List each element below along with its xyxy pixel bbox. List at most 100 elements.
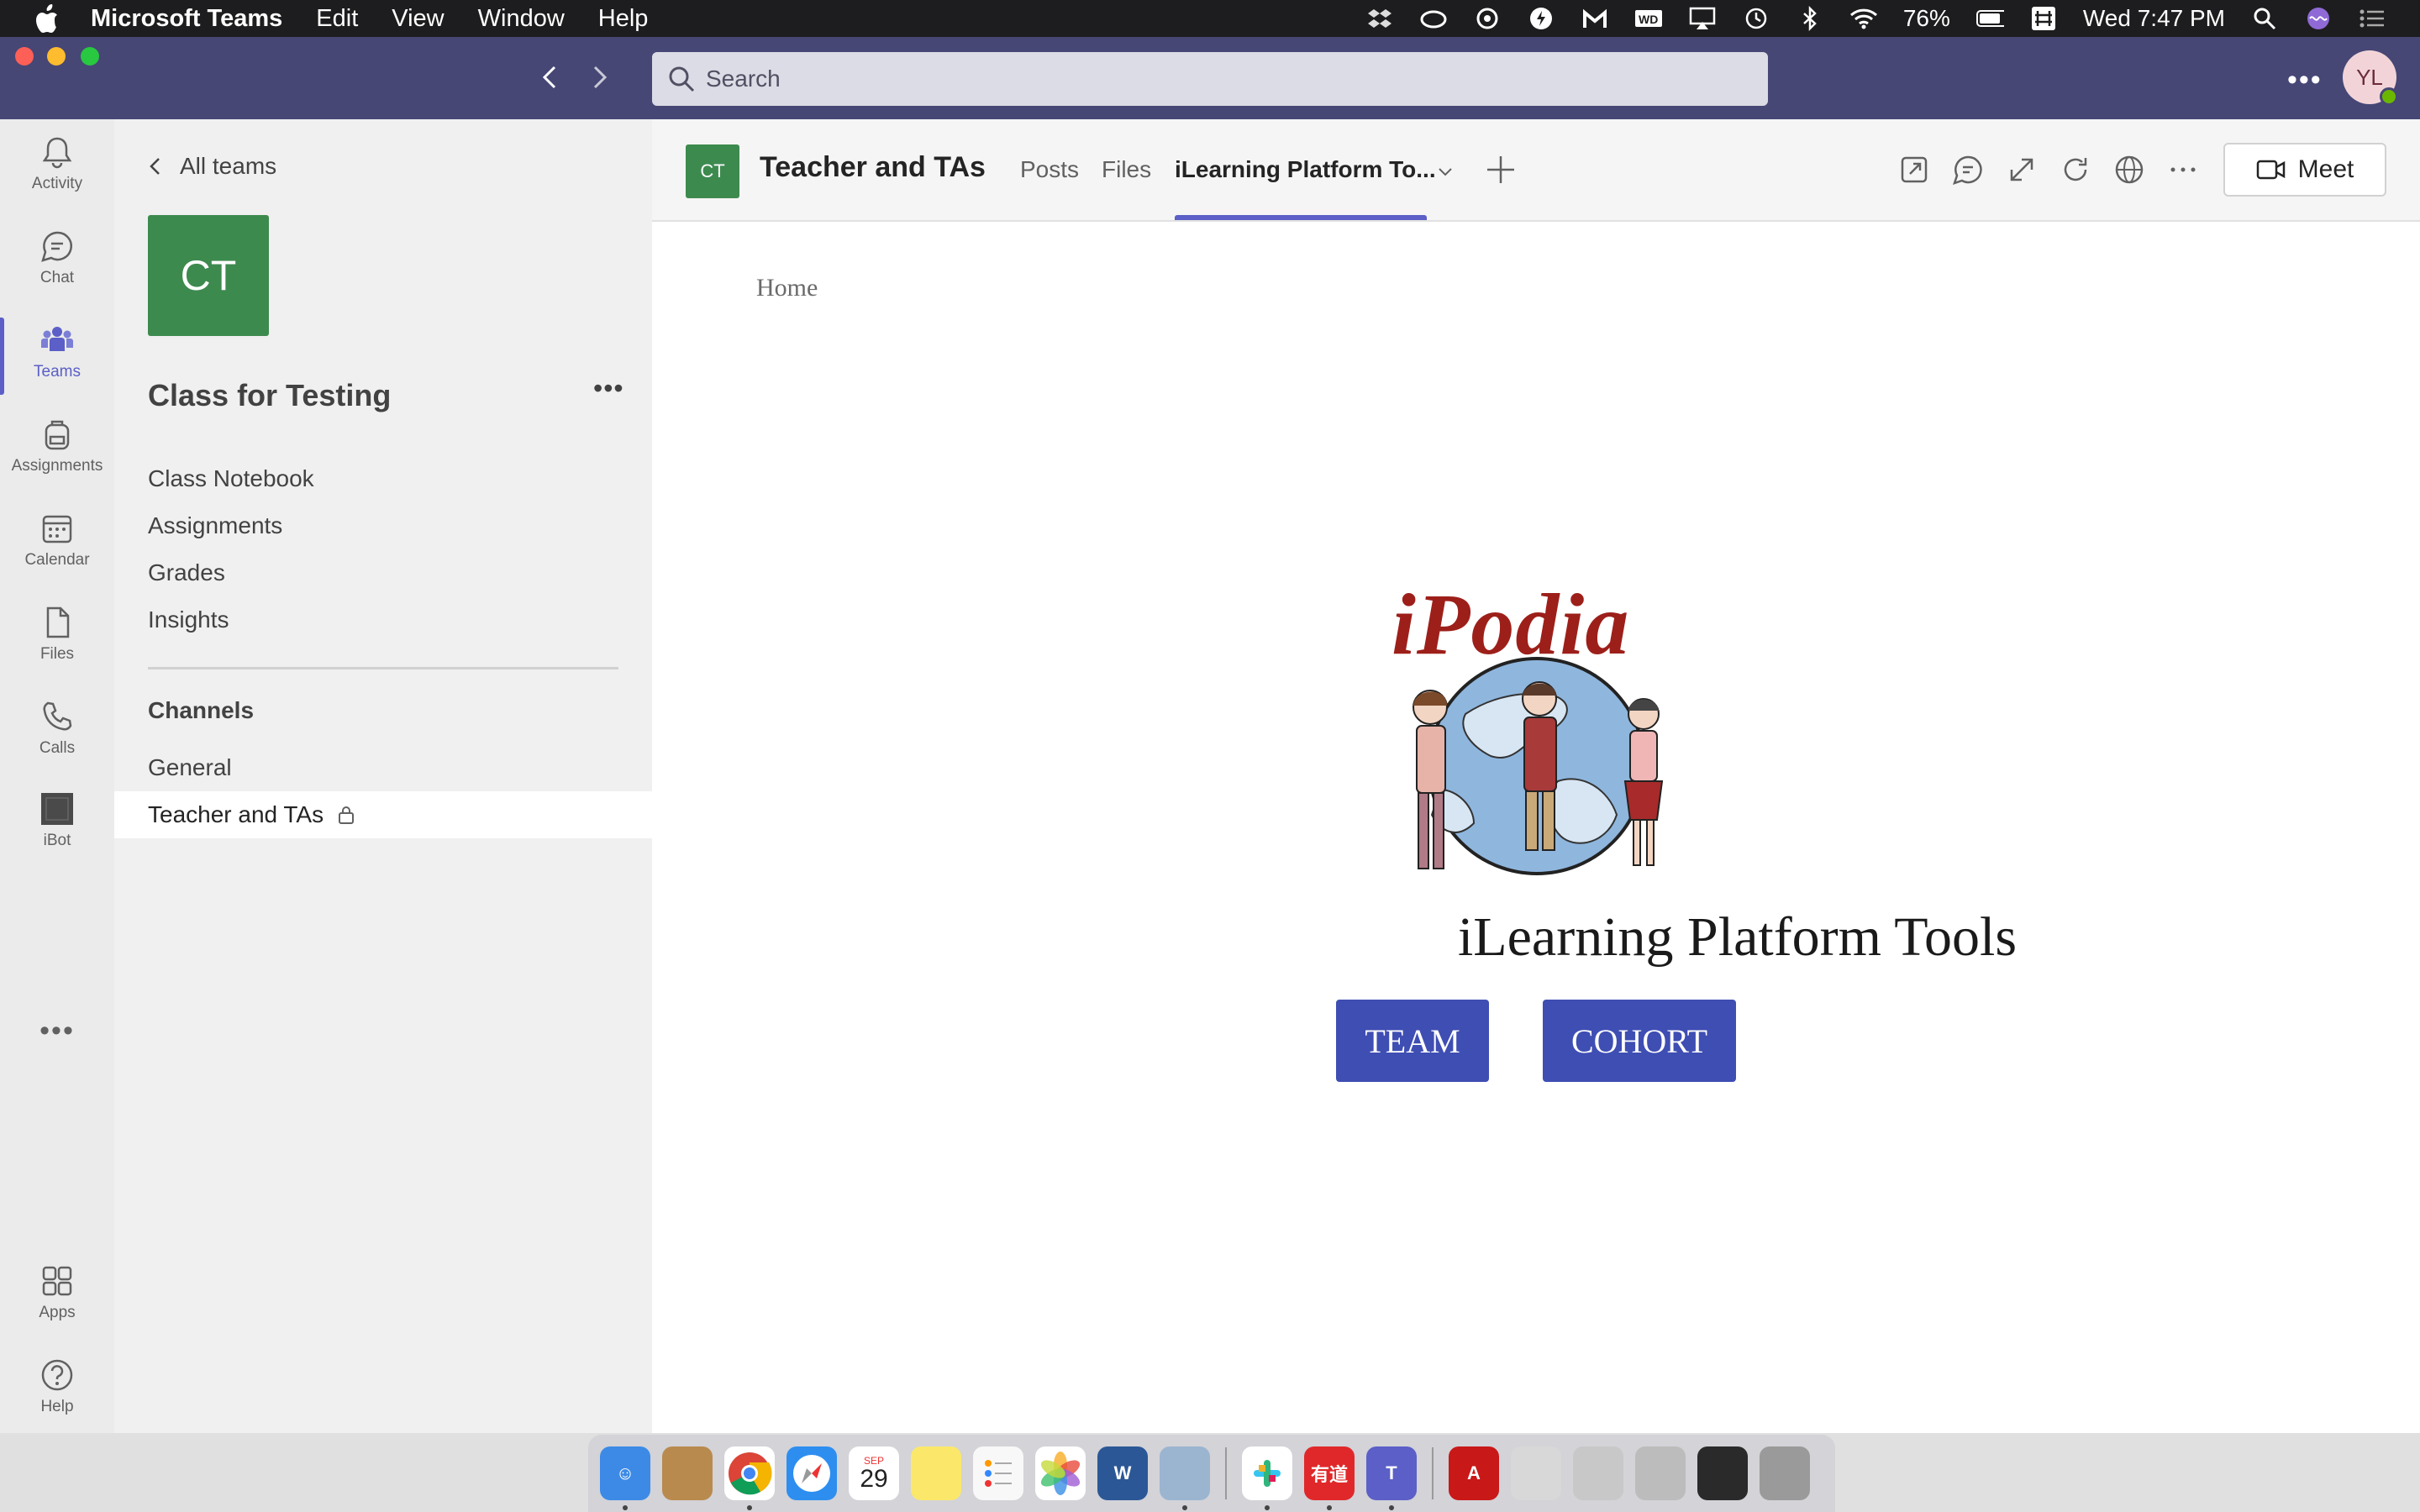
battery-icon[interactable] [1975, 7, 2004, 30]
more-options-icon[interactable] [2166, 153, 2200, 186]
apple-icon[interactable] [30, 0, 64, 37]
rail-teams[interactable]: Teams [0, 318, 114, 407]
spotlight-icon[interactable] [2250, 7, 2279, 30]
tab-ilearning-platform[interactable]: iLearning Platform To... [1175, 156, 1436, 183]
calendar-date: 29 [860, 1465, 888, 1493]
rail-apps[interactable]: Apps [0, 1263, 114, 1347]
airplay-icon[interactable] [1688, 7, 1717, 30]
wifi-icon[interactable] [1849, 7, 1878, 30]
menu-window[interactable]: Window [478, 5, 565, 33]
team-button[interactable]: TEAM [1336, 1000, 1489, 1082]
zoom-window-button[interactable] [81, 47, 99, 66]
rail-calendar[interactable]: Calendar [0, 511, 114, 595]
creative-cloud-icon[interactable] [1419, 7, 1448, 30]
calendar-app-icon[interactable]: SEP 29 [849, 1446, 899, 1500]
bolt-icon[interactable] [1527, 7, 1555, 30]
user-avatar[interactable]: YL [2343, 50, 2398, 106]
team-tab-insights[interactable]: Insights [148, 606, 229, 633]
siri-icon[interactable] [2304, 7, 2333, 30]
rail-activity[interactable]: Activity [0, 134, 114, 218]
app-name-menu[interactable]: Microsoft Teams [91, 5, 282, 33]
trash-icon[interactable] [1760, 1446, 1810, 1500]
finder-icon[interactable]: ☺ [600, 1446, 650, 1510]
chevron-left-icon [150, 158, 160, 175]
wd-icon[interactable]: WD [1634, 7, 1663, 30]
minimized-window-1[interactable] [1511, 1446, 1561, 1500]
presence-available-badge [2380, 87, 2398, 106]
channel-label: Teacher and TAs [148, 801, 324, 827]
rail-label: Files [39, 645, 75, 663]
team-tab-class-notebook[interactable]: Class Notebook [148, 465, 314, 492]
close-window-button[interactable] [15, 47, 34, 66]
channel-header: CT Teacher and TAs Posts Files iLearning… [652, 119, 2420, 222]
safari-icon[interactable] [786, 1446, 837, 1500]
reminders-icon[interactable] [973, 1446, 1023, 1500]
bluetooth-icon[interactable] [1796, 6, 1824, 31]
notification-center-icon[interactable] [2358, 7, 2386, 30]
minimize-window-button[interactable] [47, 47, 66, 66]
rail-chat[interactable]: Chat [0, 228, 114, 312]
more-apps-icon[interactable]: ••• [0, 1015, 114, 1047]
globe-icon[interactable] [2112, 153, 2146, 186]
acrobat-icon[interactable]: A [1449, 1446, 1499, 1500]
breadcrumb-home[interactable]: Home [756, 274, 818, 302]
photos-icon[interactable] [1035, 1446, 1086, 1500]
tab-conversation-icon[interactable] [1951, 153, 1985, 186]
all-teams-link[interactable]: All teams [148, 153, 276, 180]
ipodia-globe-illustration [1413, 657, 1664, 875]
youdao-icon[interactable]: 有道 [1304, 1446, 1355, 1510]
popout-icon[interactable] [1897, 153, 1931, 186]
channel-team-avatar: CT [686, 144, 739, 198]
ibot-icon [41, 793, 73, 825]
minimized-window-3[interactable] [1635, 1446, 1686, 1500]
minimized-window-2[interactable] [1573, 1446, 1623, 1500]
channel-general[interactable]: General [114, 744, 652, 791]
search-input[interactable]: Search [652, 52, 1768, 106]
all-teams-label: All teams [180, 153, 277, 179]
more-options-icon[interactable]: ••• [2287, 64, 2323, 97]
rail-help[interactable]: Help [0, 1357, 114, 1441]
word-icon[interactable]: W [1097, 1446, 1148, 1500]
search-placeholder: Search [706, 66, 781, 92]
menubar-clock[interactable]: Wed 7:47 PM [2083, 5, 2225, 32]
channel-teacher-and-tas[interactable]: Teacher and TAs [114, 791, 652, 838]
reload-icon[interactable] [2059, 153, 2092, 186]
forward-arrow-icon[interactable] [588, 60, 612, 94]
menu-edit[interactable]: Edit [316, 5, 358, 33]
menu-view[interactable]: View [392, 5, 444, 33]
rail-label: Help [40, 1398, 74, 1415]
time-machine-icon[interactable] [1742, 7, 1770, 30]
back-arrow-icon[interactable] [538, 60, 561, 94]
status-area: WD 76% Wed 7:47 PM [1365, 0, 2386, 37]
chevron-down-icon[interactable] [1435, 161, 1455, 181]
slack-icon[interactable] [1242, 1446, 1292, 1510]
mac-dock: ☺ SEP 29 W 有道 T A [588, 1435, 1835, 1512]
add-tab-icon[interactable] [1482, 151, 1519, 188]
preview-icon[interactable] [1160, 1446, 1210, 1510]
menu-help[interactable]: Help [598, 5, 649, 33]
svg-text:WD: WD [1639, 13, 1658, 26]
rail-ibot[interactable]: iBot [0, 791, 114, 875]
meet-button[interactable]: Meet [2223, 143, 2386, 197]
tab-files[interactable]: Files [1102, 156, 1151, 183]
teams-dock-icon[interactable]: T [1366, 1446, 1417, 1510]
rail-calls[interactable]: Calls [0, 699, 114, 783]
team-tab-assignments[interactable]: Assignments [148, 512, 282, 539]
dropbox-icon[interactable] [1365, 7, 1394, 30]
team-sidebar: All teams CT Class for Testing ••• Class… [114, 119, 652, 1433]
malwarebytes-icon[interactable] [1581, 7, 1609, 30]
chrome-icon[interactable] [724, 1446, 775, 1510]
notes-icon[interactable] [911, 1446, 961, 1500]
expand-icon[interactable] [2005, 153, 2039, 186]
active-indicator [0, 318, 4, 395]
minimized-window-4[interactable] [1697, 1446, 1748, 1500]
tab-posts[interactable]: Posts [1020, 156, 1079, 183]
sync-icon[interactable] [1473, 7, 1502, 30]
rail-assignments[interactable]: Assignments [0, 417, 114, 501]
team-tab-grades[interactable]: Grades [148, 559, 225, 586]
team-more-options-icon[interactable]: ••• [593, 373, 624, 404]
archive-utility-icon[interactable] [662, 1446, 713, 1500]
cohort-button[interactable]: COHORT [1543, 1000, 1736, 1082]
rail-files[interactable]: Files [0, 605, 114, 689]
input-method-icon[interactable] [2029, 7, 2058, 30]
